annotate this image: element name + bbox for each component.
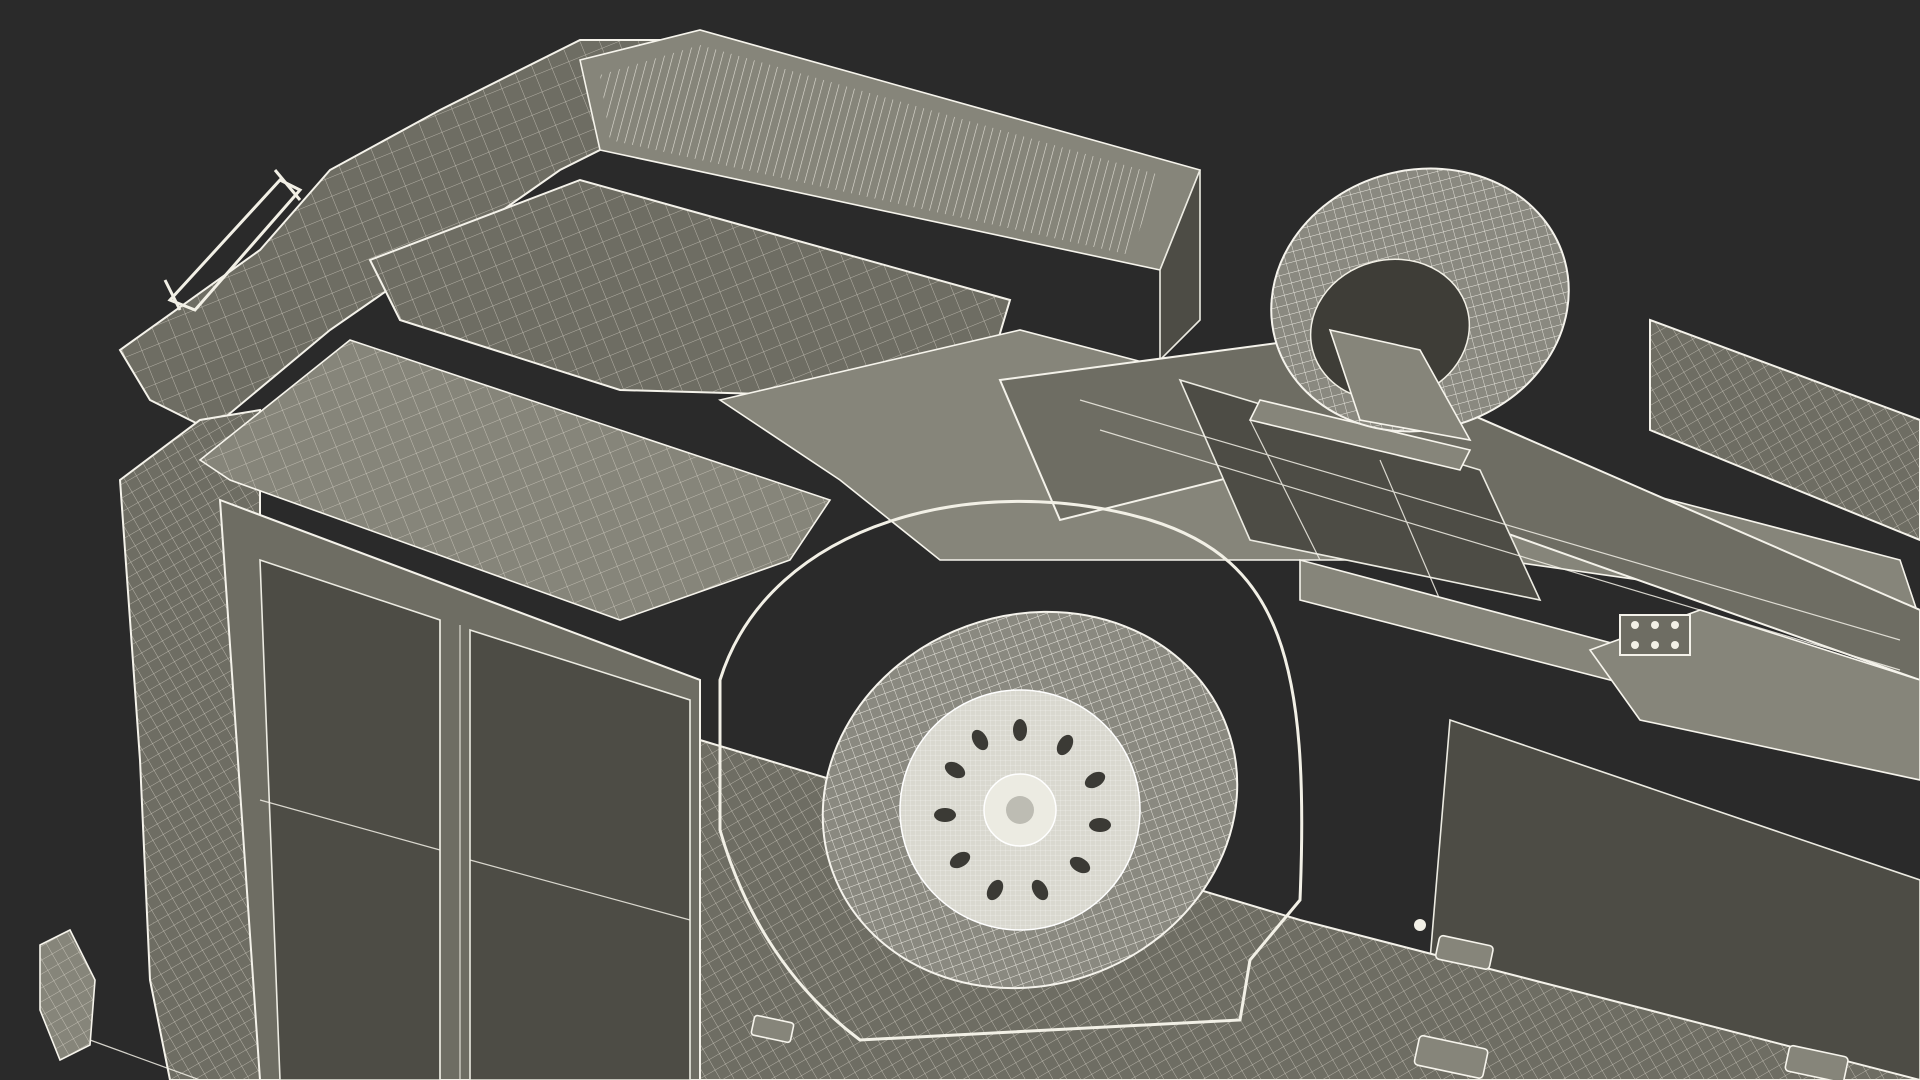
wireframe-render [39,29,1920,1080]
